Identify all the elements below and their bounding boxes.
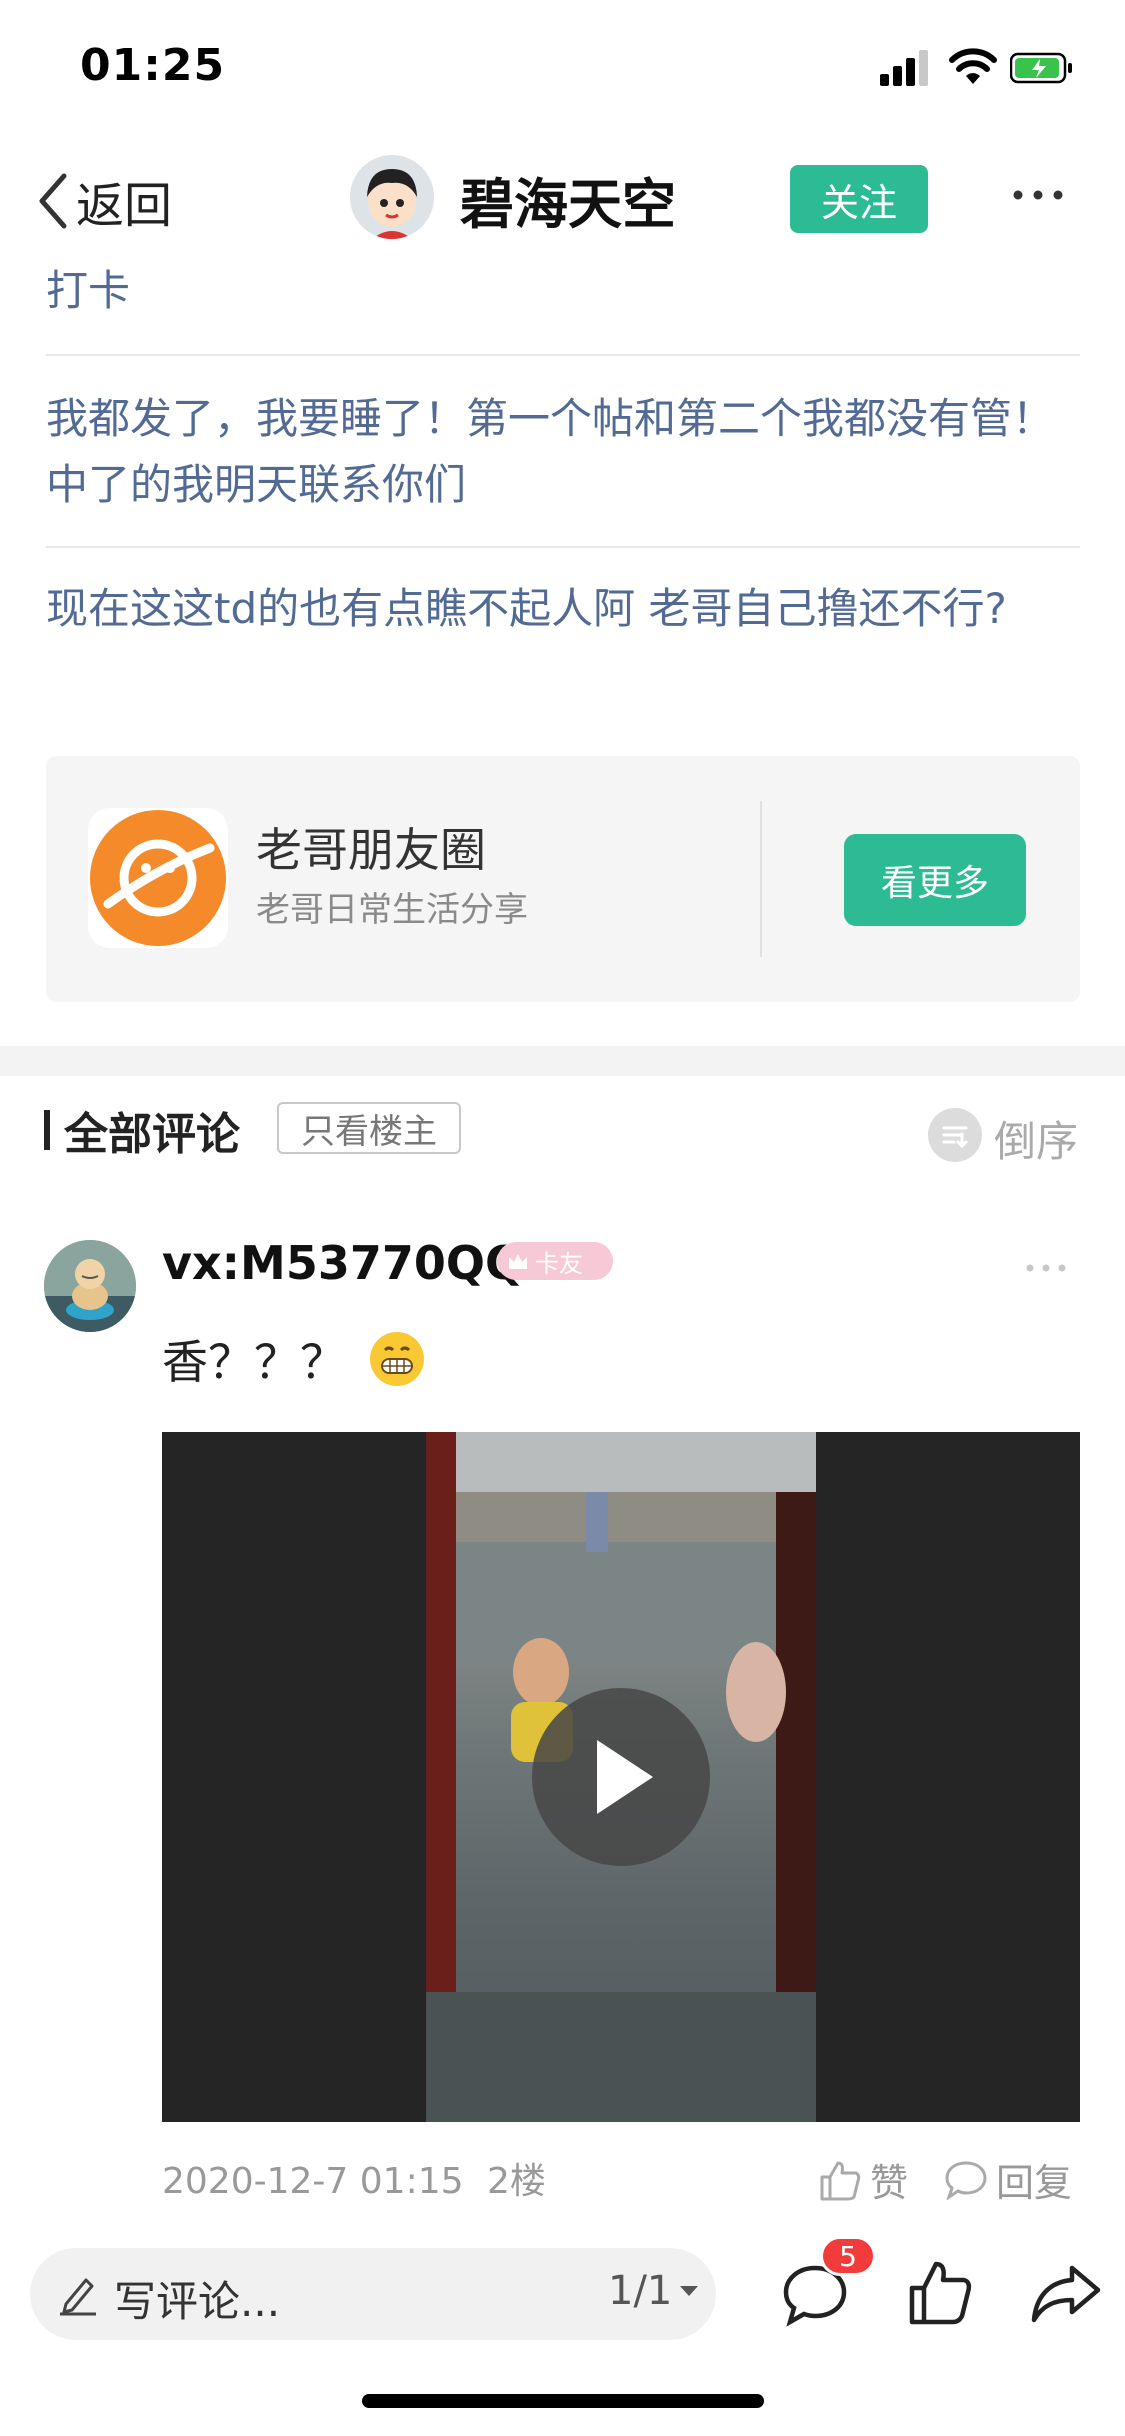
comment-floor: 2楼	[486, 2161, 546, 2202]
commenter-avatar[interactable]	[44, 1240, 136, 1332]
card-title: 老哥朋友圈	[256, 823, 486, 877]
comment-reply-button[interactable]: 回复	[944, 2152, 1072, 2207]
back-label: 返回	[76, 178, 173, 234]
wifi-icon	[949, 48, 997, 84]
op-only-toggle[interactable]: 只看楼主	[277, 1102, 461, 1154]
commenter-username[interactable]: vx:M53770QQ	[162, 1236, 524, 1290]
author-avatar[interactable]	[350, 155, 434, 239]
post-paragraph: 我都发了，我要睡了！第一个帖和第二个我都没有管！中了的我明天联系你们	[46, 394, 1055, 509]
comment-input-placeholder[interactable]: 写评论...	[114, 2268, 280, 2329]
see-more-button[interactable]: 看更多	[844, 834, 1026, 926]
author-name[interactable]: 碧海天空	[460, 160, 676, 239]
sort-label[interactable]: 倒序	[994, 1108, 1078, 1169]
play-button[interactable]	[532, 1688, 710, 1866]
like-label: 赞	[870, 2161, 909, 2205]
comment-count-badge: 5	[820, 2236, 876, 2276]
reply-label: 回复	[996, 2161, 1073, 2205]
grin-emoji-icon	[370, 1332, 424, 1386]
member-badge: 卡友	[497, 1242, 613, 1280]
card-divider	[760, 801, 762, 957]
page-indicator[interactable]: 1/1	[608, 2268, 700, 2314]
back-button[interactable]: 返回	[36, 166, 172, 236]
video-player[interactable]	[162, 1432, 1080, 2122]
signal-icon	[880, 48, 930, 86]
comment-body: 香？？？	[162, 1335, 346, 1389]
post-paragraph: 打卡	[46, 266, 131, 315]
crown-icon	[509, 1254, 527, 1269]
planet-logo-icon	[88, 808, 228, 948]
follow-button[interactable]: 关注	[790, 165, 928, 233]
section-marker	[44, 1110, 50, 1150]
play-icon	[597, 1740, 653, 1814]
comment-more-icon[interactable]	[1024, 1262, 1068, 1274]
thumbs-up-icon	[820, 2161, 861, 2200]
divider	[46, 546, 1080, 548]
speech-bubble-icon	[945, 2160, 987, 2200]
section-separator	[0, 1046, 1125, 1076]
battery-icon	[1010, 52, 1072, 84]
comment-like-button[interactable]: 赞	[818, 2152, 908, 2207]
card-subtitle: 老哥日常生活分享	[256, 890, 528, 930]
comment-meta: 2020-12-7 01:15 2楼	[162, 2152, 546, 2204]
status-time: 01:25	[80, 40, 226, 91]
back-chevron-icon	[39, 173, 67, 229]
share-arrow-icon[interactable]	[1030, 2262, 1102, 2324]
badge-label: 卡友	[535, 1249, 583, 1278]
comments-title: 全部评论	[64, 1109, 240, 1160]
comment-timestamp: 2020-12-7 01:15	[162, 2161, 464, 2202]
sort-icon[interactable]	[928, 1108, 982, 1162]
home-indicator	[362, 2394, 764, 2408]
circle-card[interactable]: 老哥朋友圈 老哥日常生活分享 看更多	[46, 756, 1080, 1002]
comment-text: 香？？？	[162, 1326, 424, 1392]
divider	[46, 354, 1080, 356]
thumbs-up-icon[interactable]	[906, 2258, 976, 2328]
caret-down-icon	[680, 2286, 699, 2296]
more-icon[interactable]	[1010, 180, 1066, 210]
post-paragraph: 现在这这td的也有点瞧不起人阿 老哥自己撸还不行?	[46, 584, 1007, 633]
page-indicator-value: 1/1	[608, 2268, 673, 2314]
pencil-icon	[60, 2278, 96, 2316]
